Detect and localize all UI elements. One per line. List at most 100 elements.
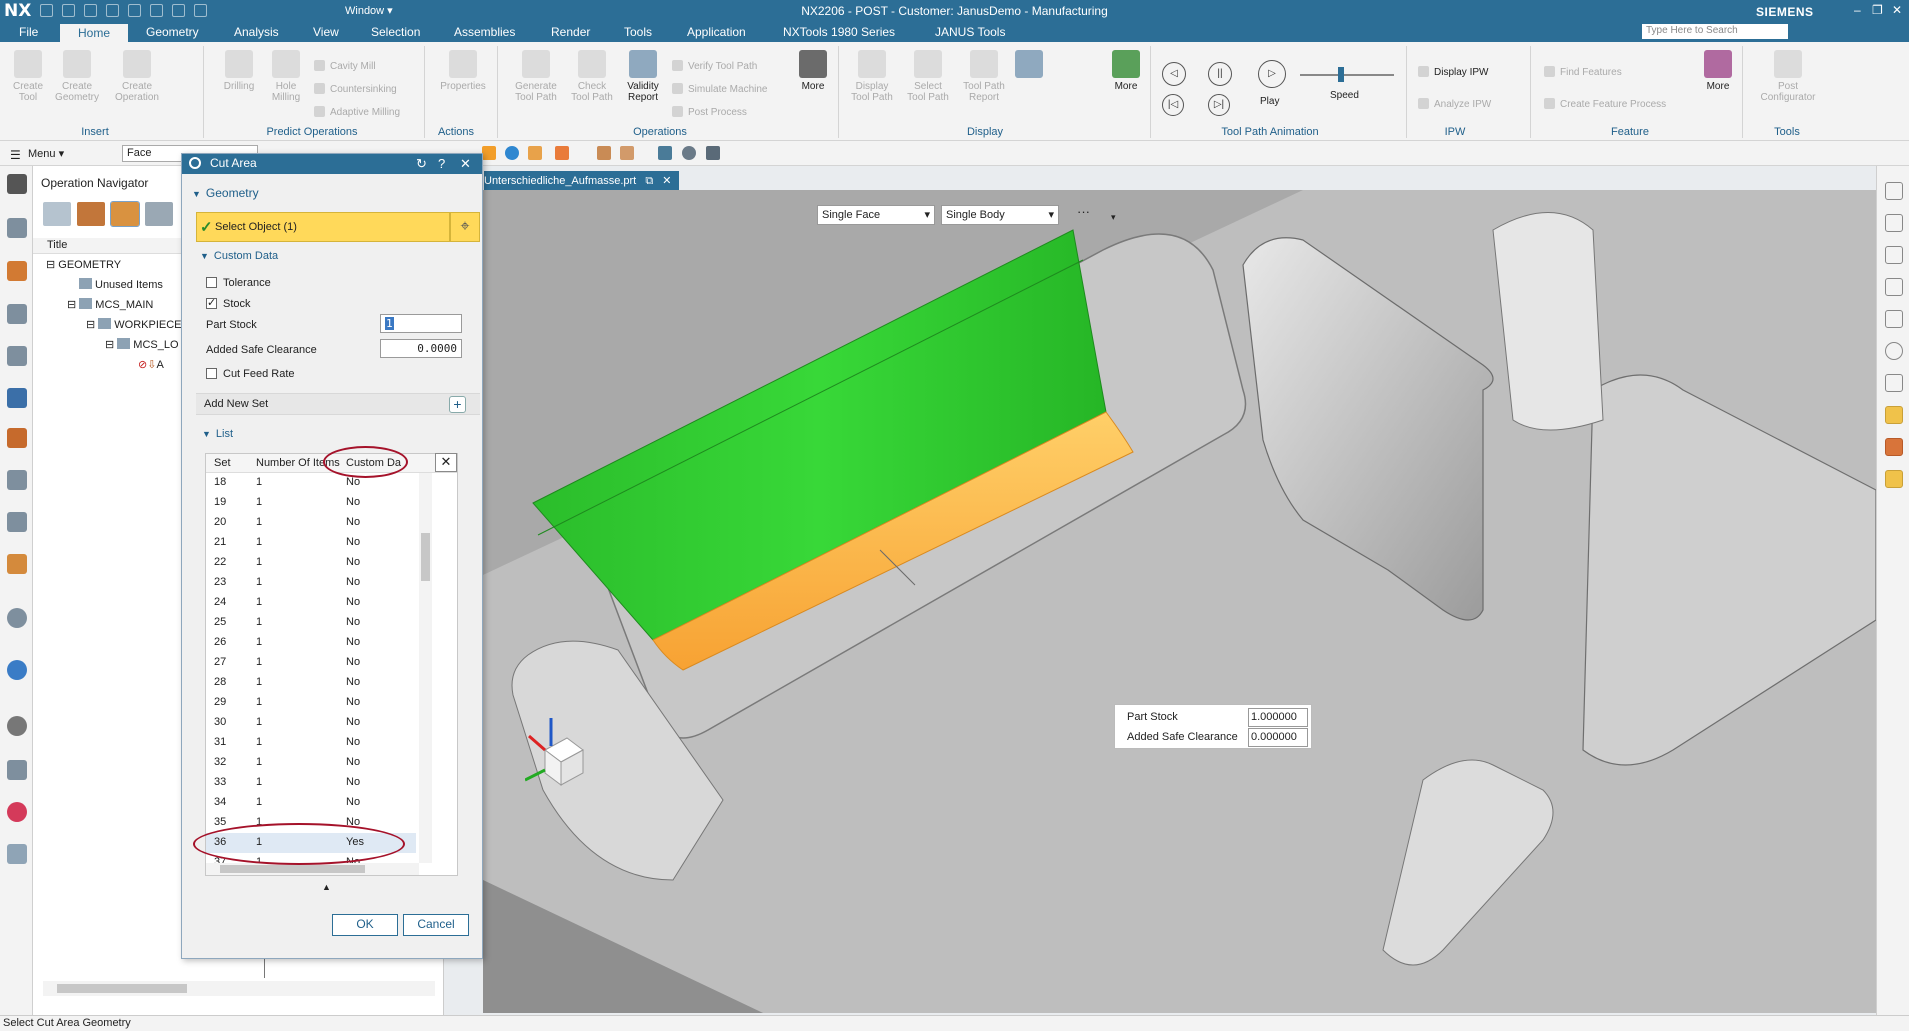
minimize-button[interactable]: – [1854,3,1861,17]
scroll-thumb[interactable] [220,865,365,873]
table-row[interactable]: 25 1 No [206,613,416,633]
check-tool-path-button[interactable]: Check Tool Path [566,50,618,103]
generate-tool-path-button[interactable]: Generate Tool Path [510,50,562,103]
close-window-button[interactable]: ✕ [1892,3,1902,17]
body-rule-select[interactable]: Single Body [941,205,1059,225]
custom-data-section[interactable]: ▼ Custom Data [200,250,278,262]
find-features-button[interactable]: Find Features [1544,66,1622,78]
ok-button[interactable]: OK [332,914,398,936]
tree-node-geometry[interactable]: ⊟ GEOMETRY [46,258,121,271]
display-tool-path-button[interactable]: Display Tool Path [846,50,898,103]
tab-analysis[interactable]: Analysis [234,25,279,39]
point-snap-icon[interactable] [528,146,542,160]
document-icon[interactable] [1885,278,1903,296]
collapse-arrow-icon[interactable]: ▲ [322,882,331,892]
reset-button[interactable]: ↻ [416,156,427,172]
validity-report-button[interactable]: Validity Report [622,50,664,103]
more-button[interactable]: More [1700,50,1736,92]
axis-icon[interactable] [1885,374,1903,392]
program-order-view-icon[interactable] [43,202,71,226]
visibility-icon[interactable] [1885,182,1903,200]
restore-button[interactable]: ❐ [1872,3,1883,17]
tree-icon[interactable] [7,346,27,366]
cavity-mill-button[interactable]: Cavity Mill [314,60,376,72]
tool-path-report-button[interactable]: Tool Path Report [958,50,1010,103]
view-triad[interactable] [525,710,585,786]
star-icon[interactable] [1885,406,1903,424]
part-model[interactable] [483,190,1876,1013]
checkbox-checked-icon[interactable] [206,296,217,309]
more-options-button[interactable]: ··· [1077,204,1090,219]
box-icon[interactable] [597,146,611,160]
close-dialog-button[interactable]: ✕ [460,156,471,172]
analyze-ipw-button[interactable]: Analyze IPW [1418,98,1491,110]
pause-icon[interactable]: || [1208,62,1232,86]
rewind-icon[interactable]: |◁ [1162,94,1184,116]
post-process-button[interactable]: Post Process [672,106,747,118]
expand-icon[interactable] [7,844,27,864]
speed-slider[interactable] [1300,74,1394,76]
speed-slider-handle[interactable] [1338,67,1344,82]
create-feature-process-button[interactable]: Create Feature Process [1544,98,1666,110]
tab-application[interactable]: Application [687,25,746,39]
part-stock-input[interactable]: 1 [380,314,462,333]
menu-button[interactable]: Menu ▾ [28,147,64,160]
info-icon[interactable] [7,608,27,628]
tab-home[interactable]: Home [60,24,129,42]
operations-more-button[interactable]: More [795,50,831,92]
post-configurator-button[interactable]: Post Configurator [1754,50,1822,103]
tab-tools[interactable]: Tools [624,25,652,39]
display-options-button[interactable] [1014,50,1044,81]
scroll-thumb[interactable] [57,984,187,993]
tab-selection[interactable]: Selection [371,25,420,39]
chevron-down-icon[interactable]: ▾ [1111,212,1116,223]
simulate-machine-button[interactable]: Simulate Machine [672,83,767,95]
table-row[interactable]: 32 1 No [206,753,416,773]
table-row[interactable]: 29 1 No [206,693,416,713]
cancel-button[interactable]: Cancel [403,914,469,936]
settings-icon[interactable] [7,174,27,194]
machine-tool-icon[interactable] [7,304,27,324]
annotation-clearance-value[interactable]: 0.000000 [1248,728,1308,747]
countersinking-button[interactable]: Countersinking [314,83,397,95]
close-tab-icon[interactable]: ✕ [662,175,671,187]
face-rule-select[interactable]: Single Face [817,205,935,225]
table-row[interactable]: 20 1 No [206,513,416,533]
library-icon[interactable] [7,554,27,574]
forward-icon[interactable]: ▷| [1208,94,1230,116]
column-set[interactable]: Set [214,457,231,469]
list-vertical-scrollbar[interactable] [419,473,432,863]
select-object-row[interactable]: ✓ Select Object (1) ⌖ [196,212,480,242]
favorite-icon[interactable] [1885,470,1903,488]
drilling-button[interactable]: Drilling [214,50,264,92]
tab-assemblies[interactable]: Assemblies [454,25,515,39]
machining-method-view-icon[interactable] [145,202,173,226]
display-more-button[interactable]: More [1108,50,1144,92]
properties-button[interactable]: Properties [438,50,488,92]
intersection-snap-icon[interactable] [555,146,569,160]
geometry-view-icon[interactable] [110,201,140,227]
material-icon[interactable] [1885,438,1903,456]
play-button[interactable]: ▷ [1258,60,1286,88]
table-row[interactable]: 24 1 No [206,593,416,613]
eye-icon[interactable] [1885,214,1903,232]
command-search-input[interactable]: Type Here to Search [1642,24,1788,39]
list-section[interactable]: ▼ List [202,428,233,440]
component-icon[interactable] [620,146,634,160]
move-icon[interactable] [1885,246,1903,264]
adaptive-milling-button[interactable]: Adaptive Milling [314,106,400,118]
crosshair-icon[interactable]: ⌖ [450,212,480,242]
tab-file[interactable]: File [19,25,38,39]
tab-nxtools[interactable]: NXTools 1980 Series [783,25,895,39]
table-row[interactable]: 34 1 No [206,793,416,813]
view-icon[interactable] [682,146,696,160]
tree-node-mcs-main[interactable]: ⊟ MCS_MAIN [67,298,153,311]
create-operation-button[interactable]: Create Operation [108,50,166,103]
operation-navigator-icon[interactable] [7,261,27,281]
step-back-icon[interactable]: ◁ [1162,62,1186,86]
snap-icon[interactable] [482,146,496,160]
create-geometry-button[interactable]: Create Geometry [52,50,102,103]
checkbox-icon[interactable] [206,277,217,288]
add-set-button[interactable]: + [449,396,466,413]
create-tool-button[interactable]: Create Tool [6,50,50,103]
